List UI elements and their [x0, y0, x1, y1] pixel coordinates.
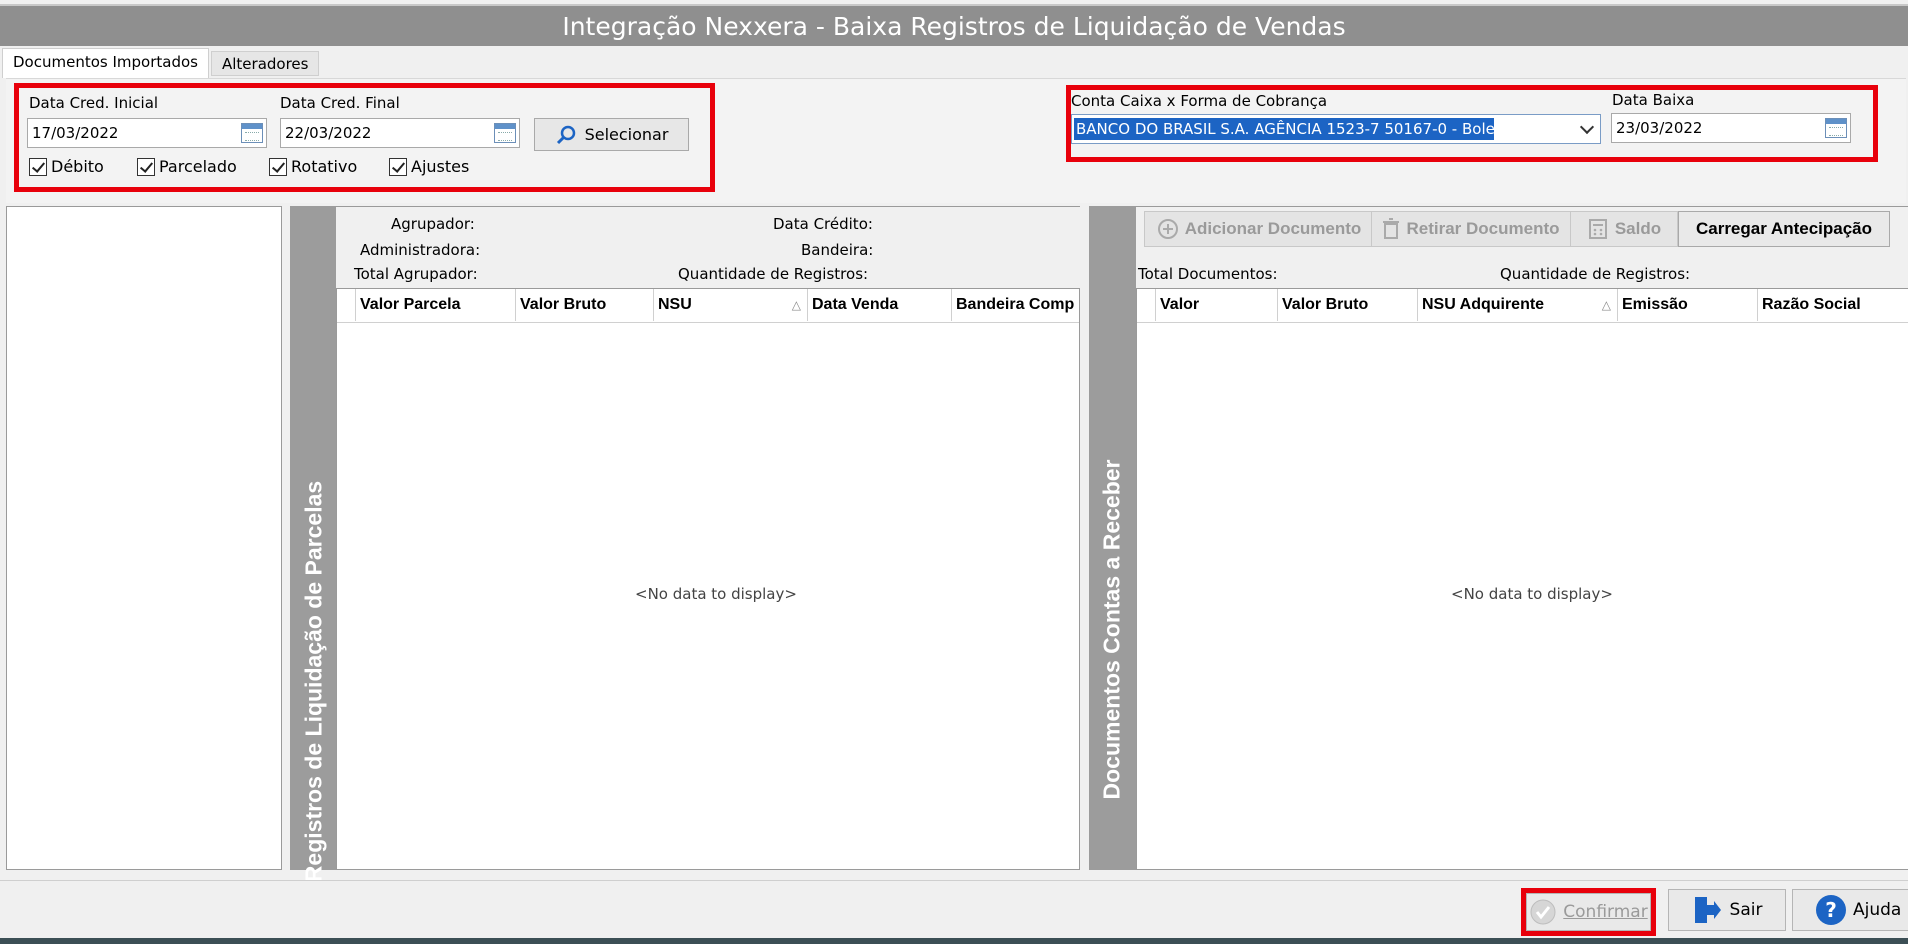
svg-text:?: ? [1825, 898, 1837, 922]
checkbox-box [389, 157, 407, 176]
checkbox-label: Parcelado [159, 157, 237, 176]
trash-icon [1383, 218, 1400, 239]
chevron-down-icon[interactable] [1579, 119, 1595, 135]
data-credito-label: Data Crédito: [773, 215, 873, 233]
data-baixa-label: Data Baixa [1612, 91, 1695, 109]
col-emissao[interactable]: Emissão [1617, 289, 1757, 321]
registros-vertical-strip: Registros de Liquidação de Parcelas [290, 206, 336, 882]
sair-label: Sair [1729, 900, 1763, 920]
checkbox-label: Ajustes [411, 157, 470, 176]
selecionar-button[interactable]: Selecionar [534, 118, 689, 151]
col-valor-bruto[interactable]: Valor Bruto [1277, 289, 1417, 321]
bottom-edge [0, 938, 1908, 944]
selecionar-label: Selecionar [584, 125, 669, 144]
checkbox-debito[interactable]: Débito [29, 157, 104, 176]
exit-door-icon [1694, 897, 1721, 923]
ajuda-button[interactable]: ? Ajuda [1792, 889, 1908, 931]
calendar-icon[interactable] [241, 123, 263, 143]
documentos-empty-text: <No data to display> [1451, 585, 1613, 603]
data-cred-final-label: Data Cred. Final [280, 94, 400, 112]
registros-vertical-title: Registros de Liquidação de Parcelas [300, 480, 327, 883]
checkbox-box [29, 157, 47, 176]
col-nsu-adquirente[interactable]: NSU Adquirente △ [1417, 289, 1617, 321]
checkbox-ajustes[interactable]: Ajustes [389, 157, 469, 176]
conta-caixa-select[interactable]: BANCO DO BRASIL S.A. AGÊNCIA 1523-7 5016… [1071, 114, 1601, 144]
registros-header-row: Valor Parcela Valor Bruto NSU △ Data Ven… [337, 289, 1079, 323]
tab-alteradores[interactable]: Alteradores [211, 51, 320, 76]
documentos-header-row: Valor Valor Bruto NSU Adquirente △ Emiss… [1137, 289, 1908, 323]
conta-caixa-value: BANCO DO BRASIL S.A. AGÊNCIA 1523-7 5016… [1074, 118, 1494, 140]
adicionar-documento-button[interactable]: Adicionar Documento [1144, 211, 1374, 247]
saldo-label: Saldo [1614, 219, 1662, 238]
col-valor-parcela[interactable]: Valor Parcela [355, 289, 515, 321]
col-razao-social[interactable]: Razão Social [1757, 289, 1908, 321]
checkbox-parcelado[interactable]: Parcelado [137, 157, 237, 176]
qtd-registros-label: Quantidade de Registros: [678, 265, 869, 283]
calculator-icon [1588, 219, 1607, 239]
col-bandeira-comp[interactable]: Bandeira Comp [951, 289, 1079, 321]
registros-grid[interactable]: Valor Parcela Valor Bruto NSU △ Data Ven… [336, 288, 1080, 870]
col-nsu-adquirente-label: NSU Adquirente [1422, 296, 1545, 313]
sort-asc-icon: △ [791, 298, 801, 312]
sair-button[interactable]: Sair [1668, 889, 1786, 931]
tab-documentos-importados[interactable]: Documentos Importados [2, 48, 209, 78]
data-cred-final-field[interactable]: 22/03/2022 [280, 118, 520, 148]
documentos-grid[interactable]: Valor Valor Bruto NSU Adquirente △ Emiss… [1136, 288, 1908, 870]
conta-caixa-label: Conta Caixa x Forma de Cobrança [1071, 92, 1328, 110]
plus-circle-icon [1157, 219, 1178, 239]
retirar-documento-label: Retirar Documento [1406, 219, 1560, 238]
confirmar-label: Confirmar [1563, 902, 1648, 922]
col-nsu[interactable]: NSU △ [653, 289, 807, 321]
total-documentos-label: Total Documentos: [1138, 265, 1278, 283]
agrupador-label: Agrupador: [391, 215, 475, 233]
adicionar-documento-label: Adicionar Documento [1184, 219, 1362, 238]
data-cred-inicial-label: Data Cred. Inicial [29, 94, 159, 112]
col-data-venda[interactable]: Data Venda [807, 289, 951, 321]
col-valor[interactable]: Valor [1155, 289, 1277, 321]
documentos-toolbar: Adicionar Documento Retirar Documento Sa… [1136, 206, 1908, 288]
calendar-icon[interactable] [494, 123, 516, 143]
data-cred-inicial-field[interactable]: 17/03/2022 [27, 118, 267, 148]
documentos-vertical-title: Documentos Contas a Receber [1098, 459, 1125, 800]
tab-bar: Documentos Importados Alteradores [0, 48, 320, 78]
bandeira-label: Bandeira: [801, 241, 874, 259]
carregar-antecipacao-button[interactable]: Carregar Antecipação [1678, 211, 1890, 247]
data-cred-inicial-value: 17/03/2022 [32, 124, 119, 142]
checkbox-label: Débito [51, 157, 104, 176]
retirar-documento-button[interactable]: Retirar Documento [1371, 211, 1571, 247]
administradora-label: Administradora: [360, 241, 481, 259]
ajuda-label: Ajuda [1853, 900, 1902, 920]
check-circle-icon [1530, 899, 1556, 925]
calendar-icon[interactable] [1825, 118, 1847, 138]
saldo-button[interactable]: Saldo [1570, 211, 1678, 247]
app-window: Integração Nexxera - Baixa Registros de … [0, 0, 1908, 944]
agrupador-list[interactable] [6, 206, 282, 870]
registros-summary: Agrupador: Administradora: Total Agrupad… [336, 206, 1080, 288]
checkbox-box [137, 157, 155, 176]
total-agrupador-label: Total Agrupador: [354, 265, 478, 283]
data-baixa-value: 23/03/2022 [1616, 119, 1703, 137]
checkbox-box [269, 157, 287, 176]
registros-empty-text: <No data to display> [635, 585, 797, 603]
documentos-qtd-registros-label: Quantidade de Registros: [1500, 265, 1691, 283]
checkbox-rotativo[interactable]: Rotativo [269, 157, 357, 176]
data-cred-final-value: 22/03/2022 [285, 124, 372, 142]
sort-asc-icon: △ [1601, 298, 1611, 312]
col-valor-bruto[interactable]: Valor Bruto [515, 289, 653, 321]
search-icon [556, 125, 575, 144]
help-icon: ? [1816, 895, 1846, 925]
confirmar-button[interactable]: Confirmar [1526, 893, 1651, 931]
window-title: Integração Nexxera - Baixa Registros de … [0, 4, 1908, 46]
checkbox-label: Rotativo [291, 157, 358, 176]
data-baixa-field[interactable]: 23/03/2022 [1611, 113, 1851, 143]
documentos-vertical-strip: Documentos Contas a Receber [1089, 206, 1136, 870]
col-nsu-label: NSU [658, 296, 692, 313]
